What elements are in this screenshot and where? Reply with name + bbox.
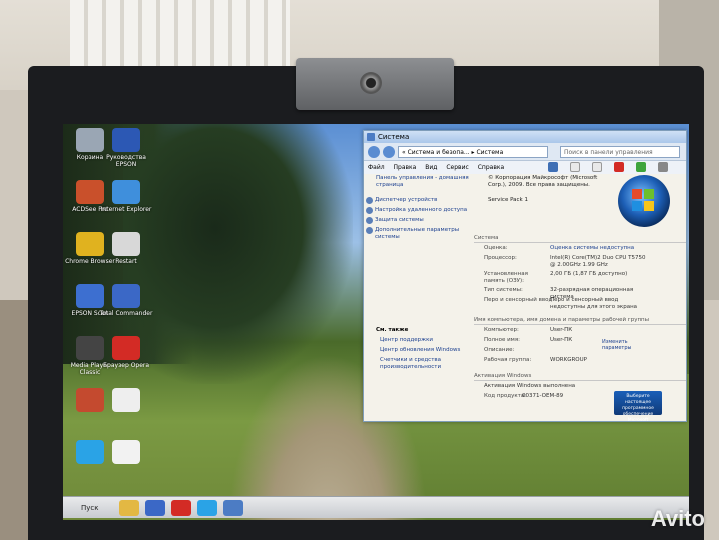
- task-remote-settings[interactable]: Настройка удаленного доступа: [366, 207, 470, 214]
- link-performance[interactable]: Счетчики и средства производительности: [366, 357, 470, 371]
- see-also-heading: См. также: [376, 327, 409, 333]
- shield-icon: [366, 217, 373, 224]
- menu-item-help[interactable]: Справка: [478, 164, 504, 171]
- genuine-badge[interactable]: Выберите настоящее программное обеспечен…: [614, 391, 662, 423]
- desktop-icon-label: Restart: [115, 258, 137, 265]
- address-input[interactable]: « Система и безопа... ▸ Система: [398, 146, 548, 158]
- back-button-icon[interactable]: [368, 146, 380, 158]
- restart-icon: [112, 232, 140, 256]
- forward-button-icon[interactable]: [383, 146, 395, 158]
- search-input[interactable]: Поиск в панели управления: [560, 146, 680, 158]
- explorer-icon[interactable]: [119, 500, 139, 516]
- link-windows-update[interactable]: Центр обновления Windows: [366, 347, 470, 354]
- page-icon[interactable]: [570, 162, 581, 172]
- radiator: [70, 0, 290, 70]
- menu-item-view[interactable]: Вид: [425, 164, 437, 171]
- system-heading: Система: [474, 235, 686, 243]
- system-icon: [367, 133, 375, 141]
- desktop-icon[interactable]: Руководства EPSON: [99, 128, 153, 168]
- menu-item-file[interactable]: Файл: [368, 164, 385, 171]
- menu-bar: Файл Правка Вид Сервис Справка: [364, 161, 686, 174]
- service-pack: Service Pack 1: [488, 197, 528, 203]
- wallpaper-tree: [123, 124, 353, 384]
- skype-icon[interactable]: [197, 500, 217, 516]
- ie-icon: [112, 180, 140, 204]
- desktop-icon[interactable]: Total Commander: [99, 284, 153, 317]
- avito-watermark: Avito: [650, 506, 705, 531]
- window-titlebar[interactable]: Система: [364, 131, 686, 143]
- left-pane: Панель управления - домашняя страница Ди…: [366, 175, 470, 421]
- desktop-icon[interactable]: Internet Explorer: [99, 180, 153, 213]
- right-pane: © Корпорация Майкрософт (Microsoft Corp.…: [474, 175, 686, 423]
- webcam: [296, 58, 454, 110]
- shield-icon: [366, 227, 373, 234]
- menu-item-tools[interactable]: Сервис: [446, 164, 468, 171]
- check-icon[interactable]: [636, 162, 647, 172]
- desktop-icon[interactable]: [99, 388, 153, 414]
- desktop-icon[interactable]: Браузер Opera: [99, 336, 153, 369]
- floppy-icon: [112, 284, 140, 308]
- activation-heading: Активация Windows: [474, 373, 686, 381]
- desktop-icon-label: Руководства EPSON: [106, 154, 146, 168]
- window-icon[interactable]: [223, 500, 243, 516]
- home-icon[interactable]: [548, 162, 559, 172]
- task-advanced-settings[interactable]: Дополнительные параметры системы: [366, 227, 470, 241]
- control-panel-home-link[interactable]: Панель управления - домашняя страница: [376, 175, 470, 189]
- system-window: Система « Система и безопа... ▸ Система …: [363, 130, 687, 423]
- desktop-icon-label: Total Commander: [99, 310, 153, 317]
- desktop-icon[interactable]: [99, 440, 153, 466]
- windows-flag-icon: [632, 189, 654, 211]
- desktop-icon-label: Internet Explorer: [100, 206, 152, 213]
- computer-heading: Имя компьютера, имя домена и параметры р…: [474, 317, 686, 325]
- blank-file-icon: [112, 440, 140, 464]
- close-icon[interactable]: [614, 162, 625, 172]
- window-title: Система: [378, 133, 410, 141]
- desktop-icon-label: Браузер Opera: [102, 362, 150, 369]
- shield-icon: [366, 197, 373, 204]
- start-button[interactable]: Пуск: [67, 500, 107, 516]
- document-icon: [112, 388, 140, 412]
- copyright-text: © Корпорация Майкрософт (Microsoft Corp.…: [488, 175, 598, 188]
- shield-icon: [366, 207, 373, 214]
- print-icon[interactable]: [592, 162, 603, 172]
- desk: [0, 300, 30, 540]
- link-action-center[interactable]: Центр поддержки: [366, 337, 470, 344]
- change-settings-link[interactable]: Изменить параметры: [602, 339, 648, 351]
- taskbar: Пуск: [63, 496, 689, 518]
- task-system-protection[interactable]: Защита системы: [366, 217, 470, 224]
- floppy-icon[interactable]: [145, 500, 165, 516]
- options-icon[interactable]: [658, 162, 668, 172]
- desktop-icon[interactable]: Restart: [99, 232, 153, 265]
- webcam-lens: [360, 72, 382, 94]
- windows-logo-icon: [618, 175, 670, 227]
- address-bar: « Система и безопа... ▸ Система Поиск в …: [364, 143, 686, 161]
- opera-icon[interactable]: [171, 500, 191, 516]
- epson-manuals-icon: [112, 128, 140, 152]
- menu-item-edit[interactable]: Правка: [394, 164, 417, 171]
- opera-icon: [112, 336, 140, 360]
- laptop-screen: Корзина Руководства EPSON ACDSee Pro Intern…: [63, 124, 689, 520]
- task-device-manager[interactable]: Диспетчер устройств: [366, 197, 470, 204]
